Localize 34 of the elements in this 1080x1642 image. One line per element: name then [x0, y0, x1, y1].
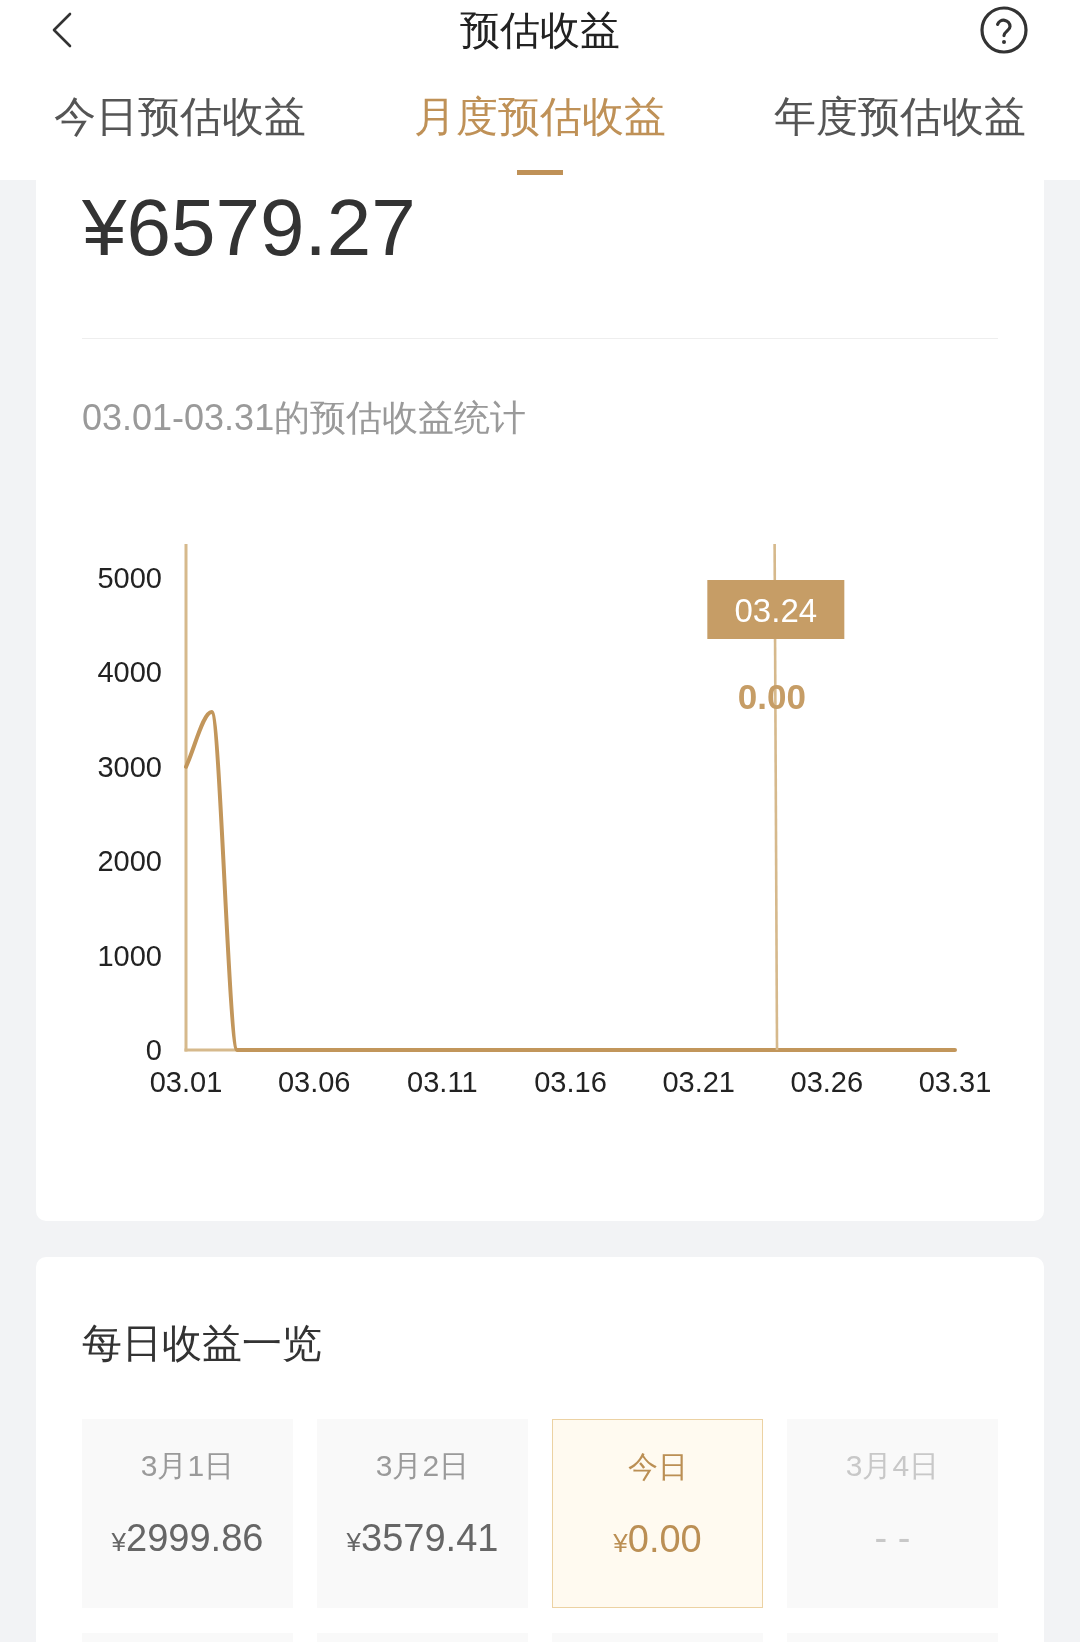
day-amount: ¥3579.41: [346, 1516, 499, 1561]
day-date: 3月1日: [140, 1448, 235, 1484]
day-card[interactable]: 今日 ¥0.00: [552, 1419, 763, 1608]
y-tick-label: 2000: [97, 845, 162, 878]
day-amount: ¥2999.86: [111, 1516, 264, 1561]
day-card[interactable]: 3月2日 ¥3579.41: [317, 1419, 528, 1608]
x-tick-label: 03.21: [662, 1066, 735, 1098]
annotation: 03.24: [734, 591, 818, 629]
y-tick-label: 3000: [97, 750, 162, 783]
x-tick-label: 03.06: [277, 1066, 351, 1098]
x-tick-label: 03.26: [790, 1066, 864, 1098]
x-tick-label: 03.01: [149, 1066, 223, 1098]
x-tick-label: 03.11: [407, 1066, 478, 1098]
day-date: 3月2日: [375, 1448, 470, 1484]
day-amount: ¥0.00: [613, 1517, 702, 1562]
y-tick-label: 5000: [97, 562, 162, 594]
tab[interactable]: 今日预估收益: [0, 60, 360, 180]
x-tick-label: 03.31: [918, 1066, 992, 1098]
help-icon[interactable]: [980, 6, 1028, 54]
y-tick-label: 0: [145, 1034, 162, 1066]
page-title: 预估收益: [460, 7, 620, 54]
section-title: 每日收益一览: [82, 1320, 323, 1367]
x-tick-label: 03.16: [534, 1066, 607, 1098]
tab[interactable]: 年度预估收益: [720, 60, 1080, 180]
day-date: 今日: [627, 1449, 688, 1485]
chevron-left-icon[interactable]: [52, 12, 72, 48]
day-card[interactable]: 3月1日 ¥2999.86: [82, 1419, 293, 1608]
tab[interactable]: 月度预估收益: [360, 60, 720, 180]
chart-subtitle: 03.01-03.31的预估收益统计: [82, 398, 528, 438]
total-amount: ¥6579.27: [82, 182, 417, 268]
y-tick-label: 4000: [97, 656, 162, 689]
y-tick-label: 1000: [97, 939, 162, 972]
date-tooltip: 03.24: [707, 580, 845, 639]
day-amount: - -: [874, 1516, 911, 1561]
